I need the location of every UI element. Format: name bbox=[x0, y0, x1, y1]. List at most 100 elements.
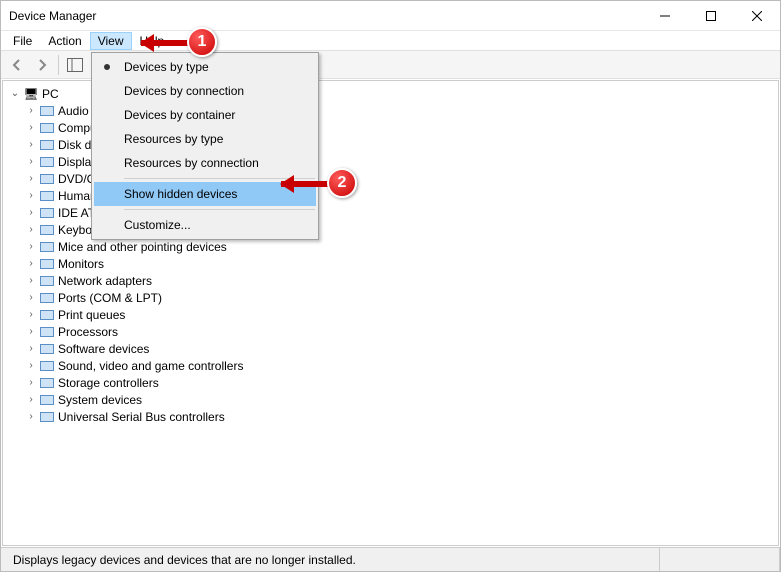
mouse-icon bbox=[39, 239, 55, 255]
expand-icon[interactable]: › bbox=[25, 309, 37, 321]
expand-icon[interactable]: ⌄ bbox=[9, 88, 21, 100]
expand-icon[interactable]: › bbox=[25, 360, 37, 372]
computer-icon bbox=[39, 120, 55, 136]
menu-bar: File Action View Help bbox=[1, 31, 780, 51]
disk-icon bbox=[39, 137, 55, 153]
tree-item[interactable]: › System devices bbox=[3, 391, 778, 408]
expand-icon[interactable]: › bbox=[25, 377, 37, 389]
keyboard-icon bbox=[39, 222, 55, 238]
menu-item-label: Show hidden devices bbox=[124, 187, 237, 201]
tree-item[interactable]: › Ports (COM & LPT) bbox=[3, 289, 778, 306]
tree-item-label: Network adapters bbox=[58, 274, 152, 288]
menu-resources-by-connection[interactable]: Resources by connection bbox=[94, 151, 316, 175]
tree-item[interactable]: › Network adapters bbox=[3, 272, 778, 289]
tree-item[interactable]: › Print queues bbox=[3, 306, 778, 323]
menu-item-label: Resources by type bbox=[124, 132, 223, 146]
expand-icon[interactable]: › bbox=[25, 173, 37, 185]
tree-item-label: Software devices bbox=[58, 342, 149, 356]
menu-separator bbox=[124, 209, 315, 210]
title-bar: Device Manager bbox=[1, 1, 780, 31]
menu-devices-by-container[interactable]: Devices by container bbox=[94, 103, 316, 127]
monitor-icon bbox=[39, 256, 55, 272]
expand-icon[interactable]: › bbox=[25, 105, 37, 117]
network-icon bbox=[39, 273, 55, 289]
tree-item[interactable]: › Software devices bbox=[3, 340, 778, 357]
menu-item-label: Customize... bbox=[124, 218, 191, 232]
software-icon bbox=[39, 341, 55, 357]
expand-icon[interactable]: › bbox=[25, 411, 37, 423]
tree-item-label: System devices bbox=[58, 393, 142, 407]
dvd-icon bbox=[39, 171, 55, 187]
storage-icon bbox=[39, 375, 55, 391]
audio-icon bbox=[39, 103, 55, 119]
annotation-arrow bbox=[281, 181, 329, 187]
pc-icon bbox=[23, 86, 39, 102]
tree-item[interactable]: › Processors bbox=[3, 323, 778, 340]
menu-resources-by-type[interactable]: Resources by type bbox=[94, 127, 316, 151]
expand-icon[interactable]: › bbox=[25, 122, 37, 134]
back-button[interactable] bbox=[5, 53, 29, 77]
annotation-badge-2: 2 bbox=[327, 168, 357, 198]
minimize-button[interactable] bbox=[642, 1, 688, 30]
menu-action[interactable]: Action bbox=[40, 32, 89, 50]
menu-devices-by-type[interactable]: Devices by type bbox=[94, 55, 316, 79]
system-icon bbox=[39, 392, 55, 408]
printer-icon bbox=[39, 307, 55, 323]
status-bar: Displays legacy devices and devices that… bbox=[1, 547, 780, 571]
menu-item-label: Devices by container bbox=[124, 108, 235, 122]
expand-icon[interactable]: › bbox=[25, 156, 37, 168]
annotation-badge-1: 1 bbox=[187, 27, 217, 57]
expand-icon[interactable]: › bbox=[25, 275, 37, 287]
menu-customize[interactable]: Customize... bbox=[94, 213, 316, 237]
expand-icon[interactable]: › bbox=[25, 241, 37, 253]
tree-item[interactable]: › Mice and other pointing devices bbox=[3, 238, 778, 255]
menu-item-label: Resources by connection bbox=[124, 156, 259, 170]
menu-devices-by-connection[interactable]: Devices by connection bbox=[94, 79, 316, 103]
expand-icon[interactable]: › bbox=[25, 394, 37, 406]
tree-item-label: Monitors bbox=[58, 257, 104, 271]
ports-icon bbox=[39, 290, 55, 306]
tree-item-label: Storage controllers bbox=[58, 376, 159, 390]
expand-icon[interactable]: › bbox=[25, 343, 37, 355]
tree-item[interactable]: › Storage controllers bbox=[3, 374, 778, 391]
menu-item-label: Devices by connection bbox=[124, 84, 244, 98]
annotation-arrow bbox=[141, 40, 189, 46]
tree-item-label: Ports (COM & LPT) bbox=[58, 291, 162, 305]
maximize-button[interactable] bbox=[688, 1, 734, 30]
hid-icon bbox=[39, 188, 55, 204]
tree-item-label: Print queues bbox=[58, 308, 125, 322]
tree-item-label: Processors bbox=[58, 325, 118, 339]
status-text: Displays legacy devices and devices that… bbox=[7, 548, 660, 571]
status-cell-empty bbox=[660, 548, 780, 571]
window-title: Device Manager bbox=[9, 9, 642, 23]
processor-icon bbox=[39, 324, 55, 340]
toolbar-separator bbox=[58, 55, 59, 75]
menu-view[interactable]: View bbox=[90, 32, 132, 50]
tree-item[interactable]: › Monitors bbox=[3, 255, 778, 272]
sound-icon bbox=[39, 358, 55, 374]
close-button[interactable] bbox=[734, 1, 780, 30]
expand-icon[interactable]: › bbox=[25, 207, 37, 219]
tree-item-label: Sound, video and game controllers bbox=[58, 359, 243, 373]
view-dropdown: Devices by type Devices by connection De… bbox=[91, 52, 319, 240]
usb-icon bbox=[39, 409, 55, 425]
display-icon bbox=[39, 154, 55, 170]
expand-icon[interactable]: › bbox=[25, 190, 37, 202]
tree-item[interactable]: › Sound, video and game controllers bbox=[3, 357, 778, 374]
radio-selected-icon bbox=[104, 64, 110, 70]
tree-item[interactable]: › Universal Serial Bus controllers bbox=[3, 408, 778, 425]
tree-item-label: Mice and other pointing devices bbox=[58, 240, 227, 254]
expand-icon[interactable]: › bbox=[25, 326, 37, 338]
expand-icon[interactable]: › bbox=[25, 258, 37, 270]
expand-icon[interactable]: › bbox=[25, 292, 37, 304]
forward-button[interactable] bbox=[30, 53, 54, 77]
tree-item-label: Universal Serial Bus controllers bbox=[58, 410, 225, 424]
show-hide-tree-button[interactable] bbox=[63, 53, 87, 77]
expand-icon[interactable]: › bbox=[25, 139, 37, 151]
menu-file[interactable]: File bbox=[5, 32, 40, 50]
ide-icon bbox=[39, 205, 55, 221]
menu-item-label: Devices by type bbox=[124, 60, 209, 74]
expand-icon[interactable]: › bbox=[25, 224, 37, 236]
window-controls bbox=[642, 1, 780, 30]
tree-root-label: PC bbox=[42, 87, 59, 101]
